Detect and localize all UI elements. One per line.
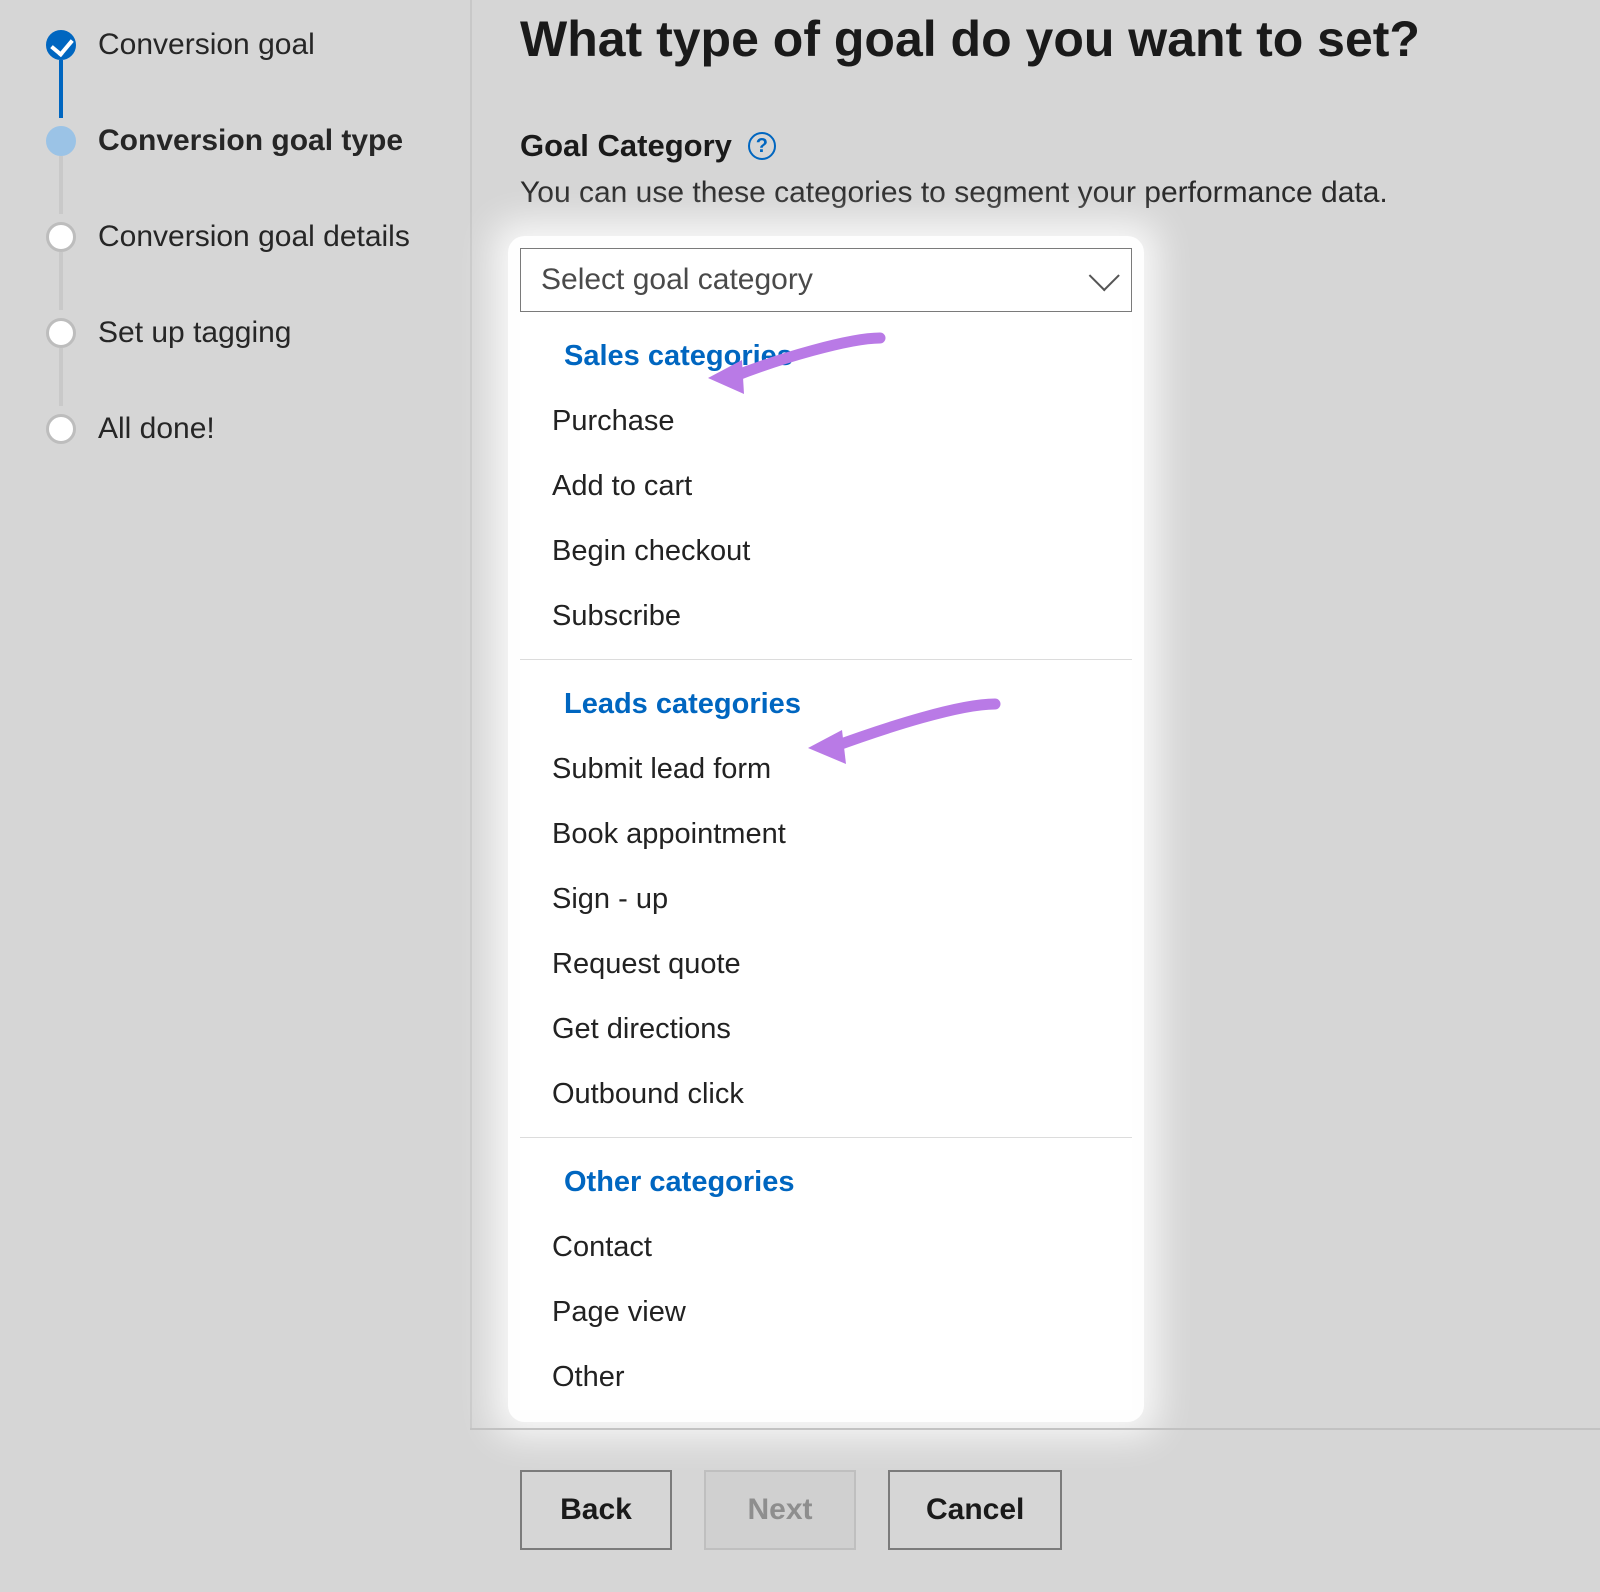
select-placeholder: Select goal category <box>541 263 813 297</box>
step-conversion-goal[interactable]: Conversion goal <box>46 22 446 68</box>
circle-icon <box>46 126 76 156</box>
group-header-sales: Sales categories <box>520 312 1132 389</box>
goal-category-select[interactable]: Select goal category <box>520 248 1132 312</box>
step-label: Conversion goal details <box>98 220 410 254</box>
step-connector <box>59 348 63 406</box>
step-label: All done! <box>98 412 215 446</box>
option-request-quote[interactable]: Request quote <box>520 932 1132 997</box>
wizard-stepper: Conversion goal Conversion goal type Con… <box>46 22 446 502</box>
chevron-down-icon <box>1089 260 1120 291</box>
option-outbound-click[interactable]: Outbound click <box>520 1062 1132 1127</box>
footer-buttons: Back Next Cancel <box>520 1470 1062 1550</box>
group-header-other: Other categories <box>520 1138 1132 1215</box>
option-book-appointment[interactable]: Book appointment <box>520 802 1132 867</box>
step-label: Set up tagging <box>98 316 292 350</box>
group-header-leads: Leads categories <box>520 660 1132 737</box>
vertical-divider <box>470 0 472 1430</box>
goal-category-dropdown: Sales categories Purchase Add to cart Be… <box>520 312 1132 1410</box>
option-other[interactable]: Other <box>520 1345 1132 1410</box>
help-icon[interactable]: ? <box>748 132 776 160</box>
step-set-up-tagging[interactable]: Set up tagging <box>46 310 446 356</box>
page-title: What type of goal do you want to set? <box>520 10 1580 68</box>
circle-icon <box>46 222 76 252</box>
option-begin-checkout[interactable]: Begin checkout <box>520 519 1132 584</box>
option-add-to-cart[interactable]: Add to cart <box>520 454 1132 519</box>
check-icon <box>46 30 76 60</box>
goal-category-subtext: You can use these categories to segment … <box>520 176 1580 210</box>
step-connector <box>59 156 63 214</box>
step-label: Conversion goal type <box>98 124 403 158</box>
goal-category-label: Goal Category <box>520 128 732 164</box>
step-label: Conversion goal <box>98 28 315 62</box>
cancel-button[interactable]: Cancel <box>888 1470 1062 1550</box>
option-subscribe[interactable]: Subscribe <box>520 584 1132 649</box>
step-connector <box>59 60 63 118</box>
main-panel: What type of goal do you want to set? Go… <box>520 0 1580 1410</box>
option-page-view[interactable]: Page view <box>520 1280 1132 1345</box>
next-button: Next <box>704 1470 856 1550</box>
circle-icon <box>46 318 76 348</box>
goal-category-label-row: Goal Category ? <box>520 128 1580 164</box>
back-button[interactable]: Back <box>520 1470 672 1550</box>
option-contact[interactable]: Contact <box>520 1215 1132 1280</box>
step-connector <box>59 252 63 310</box>
option-get-directions[interactable]: Get directions <box>520 997 1132 1062</box>
option-purchase[interactable]: Purchase <box>520 389 1132 454</box>
goal-category-select-wrap: Select goal category Sales categories Pu… <box>520 248 1132 1410</box>
footer-separator <box>470 1428 1600 1430</box>
option-sign-up[interactable]: Sign - up <box>520 867 1132 932</box>
step-conversion-goal-details[interactable]: Conversion goal details <box>46 214 446 260</box>
circle-icon <box>46 414 76 444</box>
step-all-done[interactable]: All done! <box>46 406 446 452</box>
step-conversion-goal-type[interactable]: Conversion goal type <box>46 118 446 164</box>
option-submit-lead-form[interactable]: Submit lead form <box>520 737 1132 802</box>
